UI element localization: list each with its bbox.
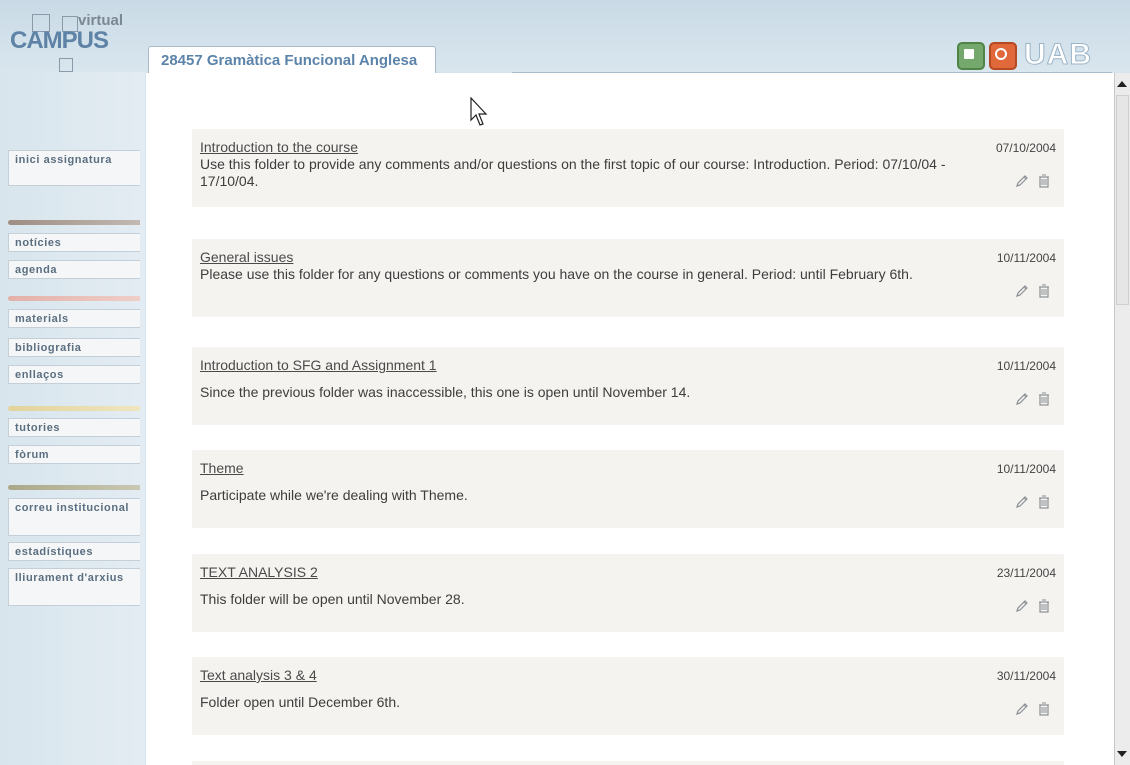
sidebar-separator [8, 406, 140, 411]
sidebar-item-correu-institucional[interactable]: correu institucional [8, 498, 140, 536]
sidebar-item-agenda[interactable]: agenda [8, 260, 140, 279]
sidebar-item-lliurament-darxius[interactable]: lliurament d'arxius [8, 568, 140, 606]
sidebar: inici assignatura notícies agenda materi… [0, 72, 145, 765]
sidebar-separator [8, 485, 140, 490]
forum-folder-row: Introduction to SFG and Assignment 1 10/… [192, 347, 1064, 425]
forum-folder-row: Text analysis 3 & 4 30/11/2004 Folder op… [192, 657, 1064, 735]
edit-icon[interactable] [1014, 598, 1030, 614]
campus-virtual-logo[interactable]: virtual CAMPUS [8, 10, 143, 72]
logo-square [59, 58, 73, 72]
trash-icon[interactable] [1036, 598, 1052, 614]
trash-icon[interactable] [1036, 701, 1052, 717]
folder-title-link[interactable]: Introduction to the course [200, 139, 358, 155]
exit-icon[interactable] [989, 42, 1017, 70]
scroll-thumb[interactable] [1116, 95, 1129, 305]
folder-description: Participate while we're dealing with The… [200, 487, 468, 503]
folder-description: Please use this folder for any questions… [200, 266, 913, 282]
trash-icon[interactable] [1036, 494, 1052, 510]
folder-title-link[interactable]: TEXT ANALYSIS 2 [200, 564, 318, 580]
sidebar-item-materials[interactable]: materials [8, 309, 140, 328]
folder-date: 10/11/2004 [996, 251, 1056, 265]
edit-icon[interactable] [1014, 173, 1030, 189]
sidebar-item-estadistiques[interactable]: estadístiques [8, 542, 140, 561]
folder-date: 30/11/2004 [996, 669, 1056, 683]
trash-icon[interactable] [1036, 283, 1052, 299]
edit-icon[interactable] [1014, 494, 1030, 510]
scroll-up-arrow-icon[interactable] [1117, 81, 1127, 87]
forum-folders-panel: Introduction to the course 07/10/2004 Us… [146, 73, 1114, 765]
logo-campus-text: CAMPUS [10, 27, 109, 54]
folder-description: This folder will be open until November … [200, 591, 465, 607]
folder-title-link[interactable]: Text analysis 3 & 4 [200, 667, 317, 683]
forum-folder-row: TEXT ANALYSIS 2 23/11/2004 This folder w… [192, 554, 1064, 632]
course-tab[interactable]: 28457 Gramàtica Funcional Anglesa [148, 46, 437, 74]
forum-folder-row: Theme 10/11/2004 Participate while we're… [192, 450, 1064, 528]
forum-folder-row: General issues 10/11/2004 Please use thi… [192, 239, 1064, 317]
sidebar-item-noticies[interactable]: notícies [8, 233, 140, 252]
sidebar-separator [8, 220, 140, 225]
trash-icon[interactable] [1036, 391, 1052, 407]
header: virtual CAMPUS 28457 Gramàtica Funcional… [0, 0, 1130, 74]
sidebar-item-enllacos[interactable]: enllaços [8, 365, 140, 384]
sidebar-item-bibliografia[interactable]: bibliografia [8, 338, 140, 357]
edit-icon[interactable] [1014, 391, 1030, 407]
folder-title-link[interactable]: Introduction to SFG and Assignment 1 [200, 357, 437, 373]
folder-date: 07/10/2004 [995, 141, 1056, 155]
uab-logo: UAB [1024, 38, 1092, 72]
folder-title-link[interactable]: Theme [200, 460, 244, 476]
folder-date: 23/11/2004 [996, 566, 1056, 580]
scroll-down-arrow-icon[interactable] [1117, 751, 1127, 757]
sidebar-separator [8, 296, 140, 301]
folder-title-link[interactable]: General issues [200, 249, 293, 265]
edit-icon[interactable] [1014, 283, 1030, 299]
mouse-pointer-icon [470, 97, 488, 126]
folder-description: Since the previous folder was inaccessib… [200, 384, 691, 400]
sidebar-item-tutories[interactable]: tutories [8, 418, 140, 437]
folder-date: 10/11/2004 [996, 462, 1056, 476]
edit-icon[interactable] [1014, 701, 1030, 717]
forum-folder-row: Introduction to the course 07/10/2004 Us… [192, 129, 1064, 207]
trash-icon[interactable] [1036, 173, 1052, 189]
vertical-scrollbar[interactable] [1114, 73, 1130, 765]
folder-description: Folder open until December 6th. [200, 694, 400, 710]
forum-folder-row [192, 761, 1064, 765]
home-icon[interactable] [957, 42, 985, 70]
folder-description: Use this folder to provide any comments … [200, 156, 946, 189]
sidebar-item-inici-assignatura[interactable]: inici assignatura [8, 150, 140, 186]
sidebar-item-forum[interactable]: fòrum [8, 445, 140, 464]
folder-date: 10/11/2004 [996, 359, 1056, 373]
